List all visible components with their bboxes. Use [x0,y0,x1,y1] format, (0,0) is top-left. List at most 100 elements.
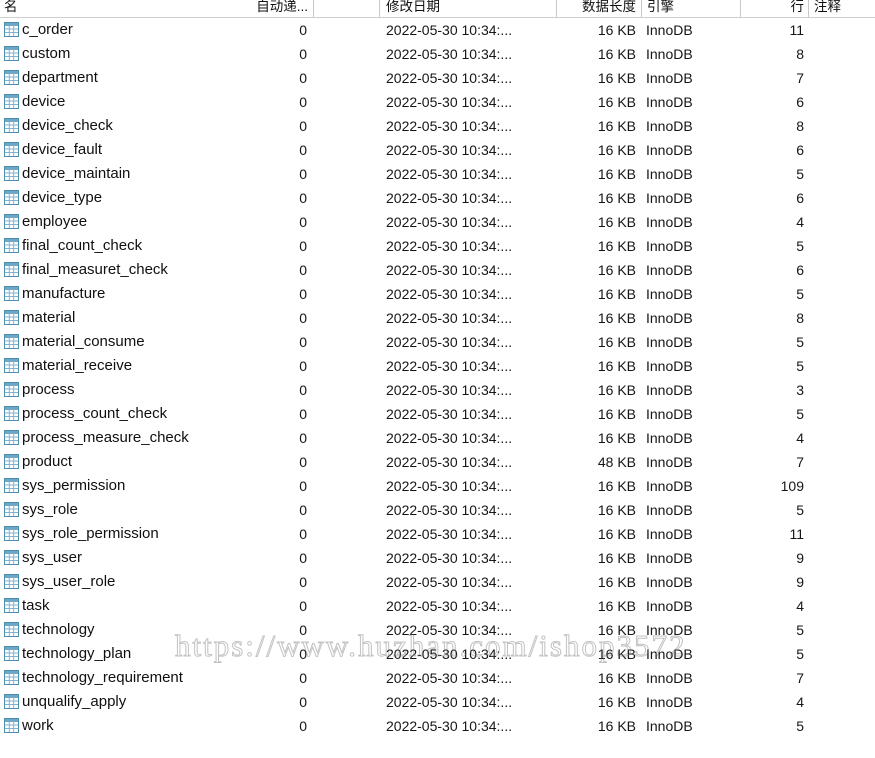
cell-engine: InnoDB [646,214,693,230]
table-row[interactable]: material_consume 0 2022-05-30 10:34:... … [0,330,875,354]
table-grid-icon [4,142,19,157]
cell-auto-increment: 0 [299,46,307,62]
cell-data-length: 16 KB [597,118,636,134]
table-row[interactable]: work 0 2022-05-30 10:34:... 16 KB InnoDB… [0,714,875,738]
table-row[interactable]: sys_permission 0 2022-05-30 10:34:... 16… [0,474,875,498]
cell-modified-date: 2022-05-30 10:34:... [386,550,513,566]
cell-modified-date: 2022-05-30 10:34:... [386,262,513,278]
cell-auto-increment: 0 [299,310,307,326]
table-row[interactable]: process 0 2022-05-30 10:34:... 16 KB Inn… [0,378,875,402]
table-row[interactable]: technology_plan 0 2022-05-30 10:34:... 1… [0,642,875,666]
cell-comment [812,66,874,90]
cell-auto-increment: 0 [299,190,307,206]
cell-comment [812,378,874,402]
cell-engine: InnoDB [646,286,693,302]
cell-modified-date: 2022-05-30 10:34:... [386,478,513,494]
table-grid-icon [4,670,19,685]
cell-comment [812,162,874,186]
cell-row-count: 5 [796,286,804,302]
table-row[interactable]: custom 0 2022-05-30 10:34:... 16 KB Inno… [0,42,875,66]
table-grid-icon [4,358,19,373]
cell-auto-increment: 0 [299,526,307,542]
cell-row-count: 5 [796,166,804,182]
table-row[interactable]: device_check 0 2022-05-30 10:34:... 16 K… [0,114,875,138]
cell-data-length: 16 KB [597,382,636,398]
cell-modified-date: 2022-05-30 10:34:... [386,22,513,38]
column-header-name[interactable]: 名 [4,0,204,17]
cell-modified-date: 2022-05-30 10:34:... [386,190,513,206]
column-header-engine[interactable]: 引擎 [647,0,733,17]
cell-data-length: 16 KB [597,598,636,614]
table-row[interactable]: final_count_check 0 2022-05-30 10:34:...… [0,234,875,258]
cell-auto-increment: 0 [299,478,307,494]
table-row[interactable]: c_order 0 2022-05-30 10:34:... 16 KB Inn… [0,18,875,42]
column-divider-6[interactable] [808,0,809,17]
table-grid-icon [4,310,19,325]
cell-data-length: 16 KB [597,694,636,710]
cell-engine: InnoDB [646,190,693,206]
table-grid-icon [4,94,19,109]
column-header-modified-date[interactable]: 修改日期 [386,0,566,17]
table-grid-icon [4,430,19,445]
table-grid-icon [4,598,19,613]
column-divider-1[interactable] [313,0,314,17]
grid-row-container: c_order 0 2022-05-30 10:34:... 16 KB Inn… [0,18,875,738]
column-divider-3[interactable] [556,0,557,17]
table-row[interactable]: process_measure_check 0 2022-05-30 10:34… [0,426,875,450]
table-row[interactable]: department 0 2022-05-30 10:34:... 16 KB … [0,66,875,90]
table-row[interactable]: material_receive 0 2022-05-30 10:34:... … [0,354,875,378]
column-header-auto-increment[interactable]: 自动递... [200,0,308,17]
table-row[interactable]: final_measuret_check 0 2022-05-30 10:34:… [0,258,875,282]
table-row[interactable]: manufacture 0 2022-05-30 10:34:... 16 KB… [0,282,875,306]
cell-engine: InnoDB [646,622,693,638]
cell-engine: InnoDB [646,22,693,38]
cell-data-length: 16 KB [597,406,636,422]
table-row[interactable]: unqualify_apply 0 2022-05-30 10:34:... 1… [0,690,875,714]
cell-row-count: 11 [789,22,804,38]
table-grid-icon [4,190,19,205]
cell-engine: InnoDB [646,262,693,278]
table-row[interactable]: employee 0 2022-05-30 10:34:... 16 KB In… [0,210,875,234]
table-row[interactable]: device_type 0 2022-05-30 10:34:... 16 KB… [0,186,875,210]
cell-engine: InnoDB [646,310,693,326]
column-header-comment[interactable]: 注释 [814,0,874,17]
cell-comment [812,714,874,738]
cell-row-count: 4 [796,430,804,446]
table-grid-icon [4,454,19,469]
table-row[interactable]: material 0 2022-05-30 10:34:... 16 KB In… [0,306,875,330]
table-row[interactable]: sys_user 0 2022-05-30 10:34:... 16 KB In… [0,546,875,570]
cell-comment [812,282,874,306]
table-row[interactable]: process_count_check 0 2022-05-30 10:34:.… [0,402,875,426]
cell-engine: InnoDB [646,598,693,614]
cell-engine: InnoDB [646,406,693,422]
column-header-data-length[interactable]: 数据长度 [560,0,636,17]
cell-row-count: 5 [796,358,804,374]
table-row[interactable]: technology 0 2022-05-30 10:34:... 16 KB … [0,618,875,642]
cell-row-count: 4 [796,214,804,230]
table-row[interactable]: sys_role_permission 0 2022-05-30 10:34:.… [0,522,875,546]
cell-auto-increment: 0 [299,598,307,614]
table-grid-icon [4,70,19,85]
table-row[interactable]: task 0 2022-05-30 10:34:... 16 KB InnoDB… [0,594,875,618]
table-grid-icon [4,622,19,637]
table-row[interactable]: device 0 2022-05-30 10:34:... 16 KB Inno… [0,90,875,114]
cell-comment [812,330,874,354]
table-row[interactable]: device_fault 0 2022-05-30 10:34:... 16 K… [0,138,875,162]
cell-engine: InnoDB [646,718,693,734]
cell-modified-date: 2022-05-30 10:34:... [386,334,513,350]
cell-data-length: 16 KB [597,670,636,686]
table-row[interactable]: technology_requirement 0 2022-05-30 10:3… [0,666,875,690]
table-grid-icon [4,214,19,229]
cell-row-count: 3 [796,382,804,398]
table-row[interactable]: sys_role 0 2022-05-30 10:34:... 16 KB In… [0,498,875,522]
cell-comment [812,402,874,426]
table-row[interactable]: device_maintain 0 2022-05-30 10:34:... 1… [0,162,875,186]
cell-comment [812,498,874,522]
table-row[interactable]: product 0 2022-05-30 10:34:... 48 KB Inn… [0,450,875,474]
column-divider-4[interactable] [641,0,642,17]
cell-engine: InnoDB [646,94,693,110]
cell-data-length: 16 KB [597,550,636,566]
column-divider-2[interactable] [379,0,380,17]
table-row[interactable]: sys_user_role 0 2022-05-30 10:34:... 16 … [0,570,875,594]
column-header-rows[interactable]: 行 [730,0,805,17]
